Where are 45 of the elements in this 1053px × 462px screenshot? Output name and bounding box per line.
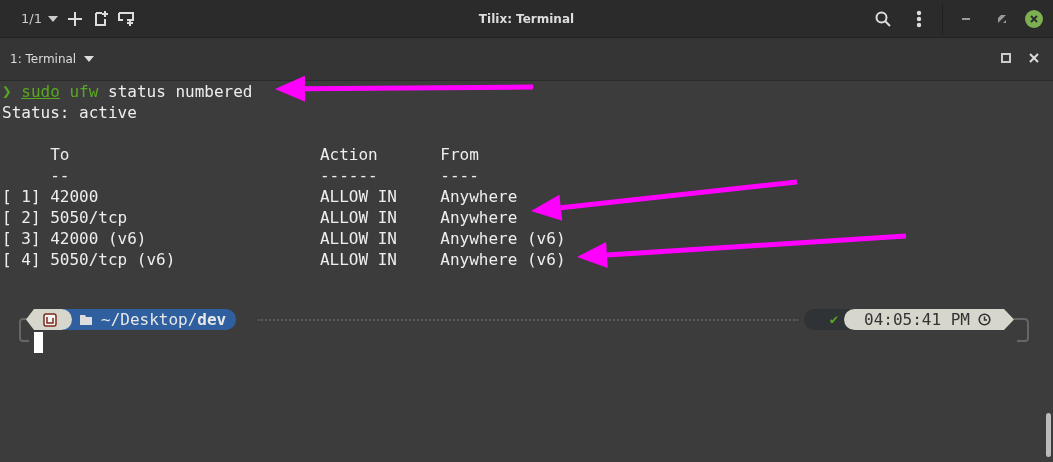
table-cell: ALLOW IN (319, 250, 397, 269)
time-text: 04:05:41 PM (864, 309, 970, 330)
scrollbar[interactable] (1046, 413, 1051, 457)
command-text: sudo (21, 82, 60, 101)
caret-icon (84, 56, 95, 62)
table-cell: ALLOW IN (319, 187, 397, 206)
prompt-bracket (1013, 318, 1029, 342)
rule-number: [ 3] (2, 229, 41, 248)
table-cell: Anywhere (440, 207, 518, 228)
close-icon (1030, 14, 1038, 23)
maximize-icon[interactable] (1001, 52, 1011, 66)
folder-icon (80, 314, 93, 325)
table-cell: 42000 (50, 187, 99, 206)
table-cell: 5050/tcp (50, 208, 128, 227)
caret-icon (47, 15, 58, 22)
check-mark: ✔ (829, 310, 839, 329)
prompt-bracket (19, 318, 30, 342)
header-rule: ------ (319, 165, 379, 186)
logo-icon (43, 312, 57, 327)
rule-number: [ 4] (2, 250, 41, 269)
argument-text: status numbered (108, 82, 253, 101)
status-text: Status: active (2, 103, 137, 122)
window-title: Tilix: Terminal (478, 11, 575, 26)
table-cell: 42000 (v6) (50, 229, 147, 248)
table-cell: Anywhere (v6) (440, 249, 566, 270)
column-header: To (50, 144, 71, 165)
column-header: Action (319, 144, 379, 165)
command-text: ufw (69, 82, 99, 101)
rule-number: [ 1] (2, 187, 41, 206)
terminal-tab[interactable]: 1: Terminal (10, 52, 95, 66)
path-text: ~/Desktop/dev (101, 309, 227, 330)
session-dropdown[interactable]: 1/1 (17, 9, 62, 28)
close-button[interactable] (1025, 9, 1043, 28)
header-rule: -- (50, 165, 71, 186)
clock-icon (977, 313, 991, 326)
table-cell: ALLOW IN (319, 229, 397, 248)
table-cell: Anywhere (440, 186, 518, 207)
table-cell: ALLOW IN (319, 208, 397, 227)
rule-number: [ 2] (2, 208, 41, 227)
prompt-symbol: ❯ (2, 82, 12, 101)
cursor (34, 332, 43, 353)
table-cell: 5050/tcp (v6) (50, 250, 176, 269)
header-rule: ---- (440, 165, 479, 186)
column-header: From (440, 144, 479, 165)
table-cell: Anywhere (v6) (440, 228, 566, 249)
